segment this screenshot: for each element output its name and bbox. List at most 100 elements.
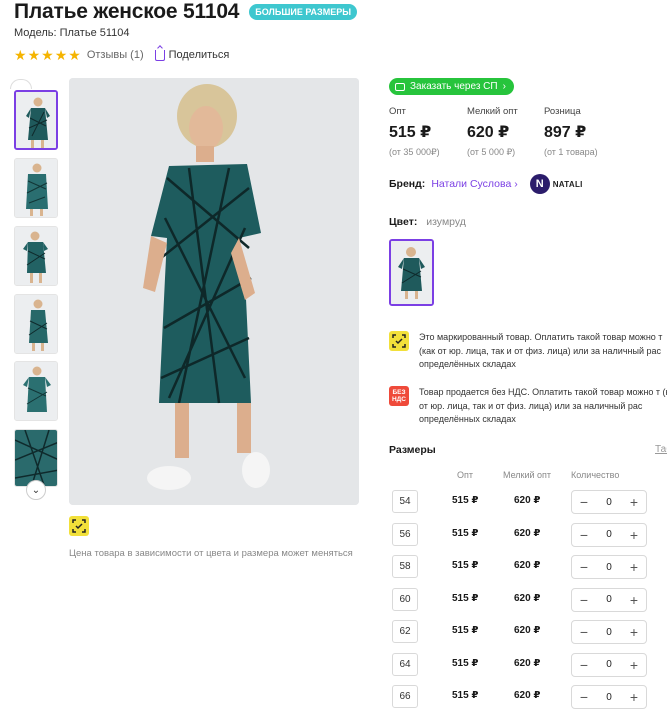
color-label: Цвет: xyxy=(389,216,418,228)
brand-row: Бренд: Натали Суслова › N NATALI xyxy=(389,174,583,194)
minus-icon[interactable]: − xyxy=(578,495,590,509)
quantity-stepper: − 0 + xyxy=(571,490,647,514)
product-header: Платье женское 51104 БОЛЬШИЕ РАЗМЕРЫ xyxy=(14,0,358,24)
quantity-value[interactable]: 0 xyxy=(606,529,612,540)
size-row: 64 515 ₽ 620 ₽ − 0 + xyxy=(389,652,667,677)
quantity-value[interactable]: 0 xyxy=(606,497,612,508)
quantity-value[interactable]: 0 xyxy=(606,659,612,670)
plus-icon[interactable]: + xyxy=(628,593,640,607)
minus-icon[interactable]: − xyxy=(578,593,590,607)
size-label: 58 xyxy=(392,555,418,578)
no-vat-notice: БЕЗ НДС Товар продается без НДС. Оплатит… xyxy=(389,386,667,427)
share-label: Поделиться xyxy=(168,49,230,61)
col-header-quantity: Количество xyxy=(571,470,620,480)
size-price-small-opt: 620 ₽ xyxy=(514,560,541,571)
sizes-title: Размеры xyxy=(389,444,436,456)
minus-icon[interactable]: − xyxy=(578,690,590,704)
gallery-thumbnail[interactable] xyxy=(14,158,58,218)
order-via-sp-button[interactable]: Заказать через СП › xyxy=(389,78,514,95)
size-price-small-opt: 620 ₽ xyxy=(514,495,541,506)
price-condition: (от 35 000₽) xyxy=(389,147,440,157)
product-title: Платье женское 51104 xyxy=(14,0,240,23)
quantity-stepper: − 0 + xyxy=(571,555,647,579)
size-price-opt: 515 ₽ xyxy=(452,625,479,636)
col-header-small-opt: Мелкий опт xyxy=(503,470,552,480)
gallery-thumbnail[interactable] xyxy=(14,226,58,286)
minus-icon[interactable]: − xyxy=(578,560,590,574)
brand-logo[interactable]: N xyxy=(529,174,550,194)
size-price-opt: 515 ₽ xyxy=(452,657,479,669)
plus-size-badge[interactable]: БОЛЬШИЕ РАЗМЕРЫ xyxy=(249,4,358,20)
star-icon: ★ xyxy=(41,47,54,63)
product-model: Модель: Платье 51104 xyxy=(14,27,130,39)
rating-row: ★ ★ ★ ★ ★ Отзывы (1) Поделиться xyxy=(14,48,229,62)
size-price-opt: 515 ₽ xyxy=(452,495,479,506)
star-icon: ★ xyxy=(14,47,27,63)
thumbs-scroll-up[interactable] xyxy=(10,79,32,89)
marking-notice: Это маркированный товар. Оплатить такой … xyxy=(389,331,667,372)
dress-thumb-image xyxy=(15,227,57,285)
gallery-thumbnail[interactable] xyxy=(14,294,58,354)
plus-icon[interactable]: + xyxy=(628,528,640,542)
check-scan-icon xyxy=(392,334,406,348)
color-swatch-emerald[interactable] xyxy=(389,239,434,306)
gallery-thumbnail[interactable] xyxy=(14,361,58,421)
no-vat-notice-text: Товар продается без НДС. Оплатить такой … xyxy=(419,387,667,424)
plus-icon[interactable]: + xyxy=(628,690,640,704)
marking-icon xyxy=(69,516,89,536)
price-small-wholesale: Мелкий опт 620 ₽ (от 5 000 ₽) xyxy=(467,106,518,158)
gallery-thumbnail[interactable] xyxy=(14,429,58,487)
quantity-value[interactable]: 0 xyxy=(606,562,612,573)
reviews-link[interactable]: Отзывы (1) xyxy=(87,49,144,61)
rating-stars: ★ ★ ★ ★ ★ xyxy=(14,48,81,62)
size-table-link[interactable]: Таб xyxy=(655,444,667,455)
price-condition: (от 5 000 ₽) xyxy=(467,147,516,157)
cart-icon xyxy=(395,82,405,91)
color-value: изумруд xyxy=(426,216,466,228)
size-price-small-opt: 620 ₽ xyxy=(514,527,541,539)
minus-icon[interactable]: − xyxy=(578,528,590,542)
plus-icon[interactable]: + xyxy=(628,495,640,509)
size-row: 58 515 ₽ 620 ₽ − 0 + xyxy=(389,555,667,579)
quantity-value[interactable]: 0 xyxy=(606,594,612,605)
price-value: 897 ₽ xyxy=(544,124,587,141)
brand-label: Бренд: xyxy=(389,178,426,190)
no-vat-icon: БЕЗ НДС xyxy=(389,386,409,406)
brand-logo-text: NATALI xyxy=(552,179,583,189)
minus-icon[interactable]: − xyxy=(578,625,590,639)
marking-icon xyxy=(389,331,409,351)
star-icon: ★ xyxy=(68,47,81,63)
dress-thumb-image xyxy=(15,159,57,217)
main-product-photo[interactable] xyxy=(69,78,359,505)
share-icon xyxy=(154,49,165,61)
price-label: Розница xyxy=(544,106,581,117)
size-label: 62 xyxy=(392,620,418,643)
col-header-opt: Опт xyxy=(457,470,473,480)
order-button-label: Заказать через СП xyxy=(410,81,498,92)
size-price-small-opt: 620 ₽ xyxy=(514,657,541,669)
check-scan-icon xyxy=(72,519,86,533)
quantity-stepper: − 0 + xyxy=(571,652,647,677)
price-label: Мелкий опт xyxy=(467,106,518,117)
quantity-value[interactable]: 0 xyxy=(606,627,612,638)
quantity-stepper: − 0 + xyxy=(571,587,647,612)
price-value: 515 ₽ xyxy=(389,124,432,141)
gallery-thumbnail[interactable] xyxy=(14,90,58,150)
plus-icon[interactable]: + xyxy=(628,560,640,574)
thumbs-scroll-down[interactable]: ⌄ xyxy=(26,480,46,500)
quantity-stepper: − 0 + xyxy=(571,522,647,547)
minus-icon[interactable]: − xyxy=(578,658,590,672)
dress-thumb-image xyxy=(16,92,56,148)
plus-icon[interactable]: + xyxy=(628,625,640,639)
dress-swatch-image xyxy=(391,241,432,304)
price-retail: Розница 897 ₽ (от 1 товара) xyxy=(544,106,598,157)
marking-notice-text: Это маркированный товар. Оплатить такой … xyxy=(419,332,663,369)
quantity-value[interactable]: 0 xyxy=(606,692,612,703)
share-button[interactable]: Поделиться xyxy=(154,49,230,61)
brand-link[interactable]: Натали Суслова › xyxy=(431,178,517,190)
size-price-opt: 515 ₽ xyxy=(452,560,479,571)
size-price-opt: 515 ₽ xyxy=(452,592,479,604)
plus-icon[interactable]: + xyxy=(628,658,640,672)
brand-logo-letter: N xyxy=(535,178,544,190)
size-row: 60 515 ₽ 620 ₽ − 0 + xyxy=(389,587,667,612)
